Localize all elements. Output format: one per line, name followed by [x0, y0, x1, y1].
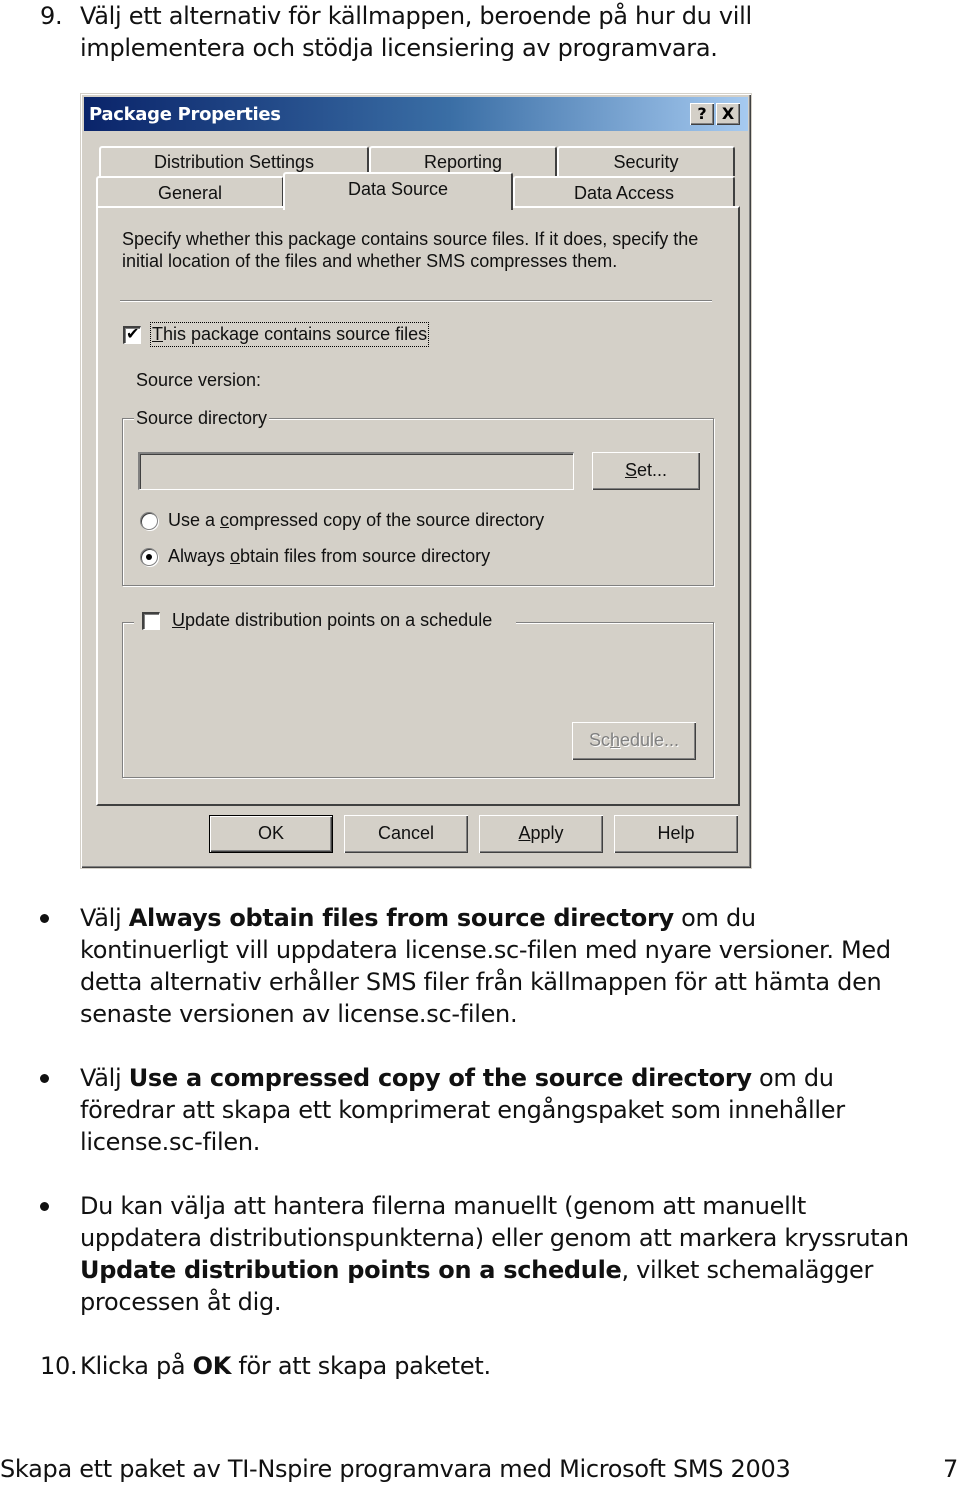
- check-icon: ✔: [126, 324, 140, 343]
- source-version-label: Source version:: [136, 370, 262, 390]
- ok-button[interactable]: OK: [209, 815, 333, 853]
- text: Klicka på: [80, 1352, 193, 1380]
- radio-always-obtain[interactable]: [140, 548, 158, 566]
- bold-text: Update distribution points on a schedule: [80, 1256, 622, 1284]
- bullet-line: Välj Use a compressed copy of the source…: [80, 1062, 960, 1094]
- data-source-panel: Specify whether this package contains so…: [96, 206, 740, 806]
- button-label: edule...: [619, 730, 680, 750]
- text: Välj: [80, 1064, 129, 1092]
- text: om du: [673, 904, 756, 932]
- text: om du: [751, 1064, 834, 1092]
- step-number: 10.: [40, 1352, 78, 1380]
- dialog-title: Package Properties: [89, 103, 281, 125]
- label-text: ompressed copy of the source directory: [229, 510, 545, 530]
- set-button[interactable]: Set...: [592, 452, 700, 490]
- radio-compressed-copy-label[interactable]: Use a compressed copy of the source dire…: [168, 510, 544, 531]
- apply-button[interactable]: Apply: [479, 815, 603, 853]
- help-icon[interactable]: ?: [690, 103, 714, 125]
- package-properties-dialog: Package Properties ? X Distribution Sett…: [80, 93, 752, 869]
- bullet-text: Välj Always obtain files from source dir…: [80, 902, 960, 1030]
- bullet-icon: [40, 914, 49, 923]
- bullet-line: föredrar att skapa ett komprimerat engån…: [80, 1096, 845, 1124]
- update-schedule-checkbox[interactable]: [142, 612, 160, 630]
- bullet-line: processen åt dig.: [80, 1288, 282, 1316]
- text: för att skapa paketet.: [231, 1352, 491, 1380]
- bullet-icon: [40, 1074, 49, 1083]
- step-text-line: implementera och stödja licensiering av …: [80, 34, 718, 62]
- button-mnemonic: S: [624, 460, 637, 480]
- label-mnemonic: U: [172, 610, 185, 630]
- description-line: Specify whether this package contains so…: [122, 229, 699, 249]
- cancel-button[interactable]: Cancel: [344, 815, 468, 853]
- radio-compressed-copy[interactable]: [140, 512, 158, 530]
- bullet-line: senaste versionen av license.sc-filen.: [80, 1000, 518, 1028]
- bullet-text: Du kan välja att hantera filerna manuell…: [80, 1190, 960, 1318]
- button-mnemonic: A: [518, 823, 531, 843]
- contains-source-files-label[interactable]: This package contains source files: [149, 322, 430, 347]
- radio-always-obtain-label[interactable]: Always obtain files from source director…: [168, 546, 490, 567]
- bullet-line: Du kan välja att hantera filerna manuell…: [80, 1192, 806, 1220]
- close-icon[interactable]: X: [716, 103, 740, 125]
- step-number: 9.: [40, 2, 63, 30]
- source-directory-input[interactable]: [138, 452, 574, 490]
- button-label: pply: [530, 823, 564, 843]
- bullet-line: uppdatera distributionspunkterna) eller …: [80, 1224, 909, 1252]
- panel-description: Specify whether this package contains so…: [122, 228, 722, 272]
- label-text: btain files from source directory: [240, 546, 491, 566]
- tab-data-source[interactable]: Data Source: [283, 172, 513, 210]
- bullet-icon: [40, 1202, 49, 1211]
- tab-general[interactable]: General: [96, 176, 284, 208]
- bullet-line: Välj Always obtain files from source dir…: [80, 902, 960, 934]
- dialog-titlebar: Package Properties ? X: [84, 97, 748, 131]
- page-number: 7: [943, 1455, 958, 1483]
- bullet-line: license.sc-filen.: [80, 1128, 261, 1156]
- text: Välj: [80, 904, 129, 932]
- bullet-line: Update distribution points on a schedule…: [80, 1254, 960, 1286]
- bullet-text: Välj Use a compressed copy of the source…: [80, 1062, 960, 1158]
- label-mnemonic: T: [152, 324, 163, 344]
- contains-source-files-checkbox[interactable]: ✔: [123, 324, 141, 344]
- button-label: et...: [637, 460, 668, 480]
- update-schedule-label[interactable]: Update distribution points on a schedule: [172, 610, 492, 631]
- bold-text: Use a compressed copy of the source dire…: [128, 1064, 752, 1092]
- bullet-line: kontinuerligt vill uppdatera license.sc-…: [80, 936, 891, 964]
- source-directory-group-label: Source directory: [134, 408, 270, 429]
- footer-title: Skapa ett paket av TI-Nspire programvara…: [0, 1455, 791, 1483]
- label-text: pdate distribution points on a schedule: [185, 610, 493, 630]
- bullet-line: detta alternativ erhåller SMS filer från…: [80, 968, 882, 996]
- tab-security[interactable]: Security: [557, 146, 735, 176]
- step-text: Välj ett alternativ för källmappen, bero…: [80, 0, 880, 64]
- step-text-line: Välj ett alternativ för källmappen, bero…: [80, 2, 752, 30]
- divider: [120, 300, 712, 302]
- description-line: initial location of the files and whethe…: [122, 251, 618, 271]
- schedule-button[interactable]: Schedule...: [572, 722, 696, 760]
- step-text: Klicka på OK för att skapa paketet.: [80, 1350, 491, 1382]
- page-footer: Skapa ett paket av TI-Nspire programvara…: [0, 1453, 960, 1485]
- label-text: Use a: [168, 510, 221, 530]
- text: , vilket schemalägger: [621, 1256, 874, 1284]
- button-mnemonic: h: [609, 730, 620, 750]
- label-mnemonic: c: [220, 510, 230, 530]
- label-mnemonic: o: [230, 546, 241, 566]
- bold-text: OK: [192, 1352, 232, 1380]
- help-button[interactable]: Help: [614, 815, 738, 853]
- label-text: Always: [168, 546, 231, 566]
- label-text: his package contains source files: [163, 324, 428, 344]
- bold-text: Always obtain files from source director…: [128, 904, 674, 932]
- tab-data-access[interactable]: Data Access: [513, 176, 735, 208]
- button-label: Sc: [588, 730, 610, 750]
